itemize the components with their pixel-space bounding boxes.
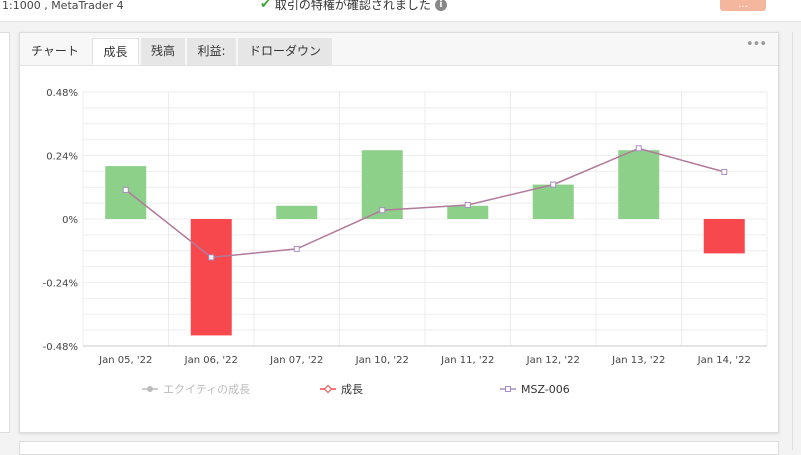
y-tick-label: 0% [62, 215, 78, 226]
series-point [721, 168, 728, 175]
y-tick-label: -0.24% [43, 279, 78, 290]
bar [532, 184, 574, 219]
bar [190, 219, 232, 336]
bar [618, 150, 660, 219]
legend-label: MSZ-006 [521, 383, 570, 396]
account-info: 1:1000 , MetaTrader 4 [2, 0, 124, 12]
bar [276, 205, 318, 219]
y-tick-label: 0.48% [46, 88, 78, 99]
info-icon[interactable]: i [434, 0, 447, 11]
series-point [635, 145, 642, 152]
top-action-button[interactable]: ... [720, 0, 766, 11]
y-tick-label: -0.48% [43, 342, 78, 353]
chart-card: チャート 成長 残高 利益: ドローダウン ••• 0.48% 0.24% 0% -0… [19, 32, 779, 433]
x-tick-label: Jan 13, '22 [611, 355, 665, 366]
x-tick-label: Jan 10, '22 [355, 355, 409, 366]
x-tick-label: Jan 11, '22 [440, 355, 494, 366]
series-point [122, 186, 129, 193]
top-bar: 1:1000 , MetaTrader 4 ✔ 取引の特権が確認されました i … [0, 0, 801, 22]
bottom-panel [19, 441, 779, 455]
verification-status: ✔ 取引の特権が確認されました i [260, 0, 447, 11]
legend-label: 成長 [341, 383, 363, 396]
series-point [550, 181, 557, 188]
legend-marker [147, 386, 153, 392]
y-tick-label: 0.24% [46, 152, 78, 163]
x-tick-label: Jan 06, '22 [184, 355, 238, 366]
x-tick-label: Jan 07, '22 [269, 355, 323, 366]
series-point [379, 207, 386, 214]
x-tick-label: Jan 14, '22 [697, 355, 751, 366]
legend-label: エクイティの成長 [163, 383, 250, 396]
growth-chart: 0.48% 0.24% 0% -0.24% -0.48% Jan 05, '22 Jan 0… [43, 88, 768, 396]
legend-marker [505, 386, 511, 392]
x-tick-label: Jan 05, '22 [98, 355, 152, 366]
x-tick-label: Jan 12, '22 [526, 355, 580, 366]
right-divider [792, 32, 793, 450]
series-point [208, 254, 215, 261]
verification-text: 取引の特権が確認されました [274, 0, 431, 12]
series-point [293, 245, 300, 252]
check-icon: ✔ [260, 0, 271, 12]
bar [703, 219, 745, 254]
series-point [464, 201, 471, 208]
left-panel [0, 32, 10, 433]
legend-marker [323, 384, 333, 394]
